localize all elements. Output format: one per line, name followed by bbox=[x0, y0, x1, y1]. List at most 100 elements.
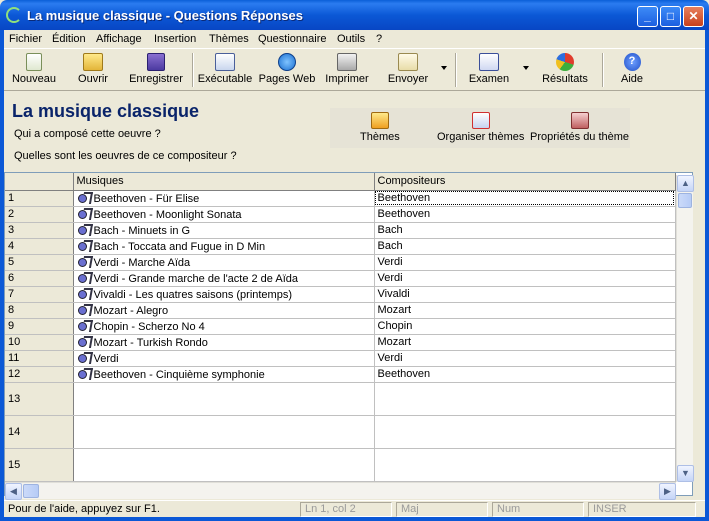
cell-compositeur[interactable] bbox=[374, 382, 676, 416]
menu-edition[interactable]: Édition bbox=[52, 33, 86, 45]
cell-compositeur[interactable]: Verdi bbox=[374, 254, 676, 271]
table-row[interactable]: 10 Mozart - Turkish Rondo Mozart bbox=[5, 334, 676, 351]
resultats-button[interactable]: Résultats bbox=[536, 51, 594, 89]
row-number[interactable]: 3 bbox=[5, 222, 74, 239]
scroll-left-button[interactable]: ◀ bbox=[5, 483, 22, 500]
themes-button[interactable]: Thèmes bbox=[360, 112, 400, 143]
cell-musique[interactable]: Mozart - Turkish Rondo bbox=[73, 334, 375, 351]
nouveau-button[interactable]: Nouveau bbox=[8, 51, 60, 89]
table-row[interactable]: 5 Verdi - Marche Aïda Verdi bbox=[5, 254, 676, 271]
cell-compositeur[interactable] bbox=[374, 415, 676, 449]
cell-compositeur[interactable]: Verdi bbox=[374, 270, 676, 287]
cell-musique[interactable]: Verdi bbox=[73, 350, 375, 367]
imprimer-button[interactable]: Imprimer bbox=[322, 51, 372, 89]
row-number[interactable]: 9 bbox=[5, 318, 74, 335]
cell-musique[interactable]: Vivaldi - Les quatres saisons (printemps… bbox=[73, 286, 375, 303]
maximize-button[interactable]: □ bbox=[660, 6, 681, 27]
column-header-compositeurs[interactable]: Compositeurs bbox=[374, 173, 676, 191]
menu-fichier[interactable]: Fichier bbox=[9, 33, 42, 45]
minimize-button[interactable]: _ bbox=[637, 6, 658, 27]
row-number[interactable]: 15 bbox=[5, 448, 74, 482]
cell-compositeur[interactable]: Beethoven bbox=[374, 190, 676, 207]
cell-musique[interactable]: Beethoven - Cinquième symphonie bbox=[73, 366, 375, 383]
row-number[interactable]: 11 bbox=[5, 350, 74, 367]
cell-compositeur[interactable]: Verdi bbox=[374, 350, 676, 367]
cell-musique[interactable]: Mozart - Alegro bbox=[73, 302, 375, 319]
horizontal-scroll-thumb[interactable] bbox=[23, 484, 39, 498]
examen-button[interactable]: Examen bbox=[462, 51, 516, 89]
table-row[interactable]: 6 Verdi - Grande marche de l'acte 2 de Aï… bbox=[5, 270, 676, 287]
table-row[interactable]: 4 Bach - Toccata and Fugue in D Min Bach bbox=[5, 238, 676, 255]
scroll-up-button[interactable]: ▲ bbox=[677, 175, 694, 192]
envoyer-button[interactable]: Envoyer bbox=[384, 51, 432, 89]
cell-musique[interactable]: Verdi - Marche Aïda bbox=[73, 254, 375, 271]
cell-compositeur[interactable]: Beethoven bbox=[374, 366, 676, 383]
cell-musique[interactable]: Verdi - Grande marche de l'acte 2 de Aïd… bbox=[73, 270, 375, 287]
table-row[interactable]: 12 Beethoven - Cinquième symphonie Beethov… bbox=[5, 366, 676, 383]
app-icon[interactable] bbox=[6, 7, 22, 23]
cell-compositeur[interactable]: Bach bbox=[374, 222, 676, 239]
table-row[interactable]: 9 Chopin - Scherzo No 4 Chopin bbox=[5, 318, 676, 335]
cell-musique[interactable] bbox=[73, 415, 375, 449]
proprietes-theme-button[interactable]: Propriétés du thème bbox=[530, 112, 629, 143]
cell-musique[interactable]: Chopin - Scherzo No 4 bbox=[73, 318, 375, 335]
row-number[interactable]: 13 bbox=[5, 382, 74, 416]
organiser-themes-button[interactable]: Organiser thèmes bbox=[437, 112, 524, 143]
table-row[interactable]: 14 bbox=[5, 415, 676, 449]
horizontal-scrollbar[interactable]: ◀ ▶ bbox=[5, 482, 676, 500]
row-number[interactable]: 1 bbox=[5, 190, 74, 207]
cell-musique[interactable]: Bach - Toccata and Fugue in D Min bbox=[73, 238, 375, 255]
cell-musique[interactable] bbox=[73, 382, 375, 416]
cell-compositeur[interactable]: Mozart bbox=[374, 334, 676, 351]
cell-compositeur[interactable]: Vivaldi bbox=[374, 286, 676, 303]
table-row[interactable]: 3 Bach - Minuets in G Bach bbox=[5, 222, 676, 239]
menu-themes[interactable]: Thèmes bbox=[209, 33, 249, 45]
menu-affichage[interactable]: Affichage bbox=[96, 33, 142, 45]
cell-compositeur[interactable] bbox=[374, 448, 676, 482]
ouvrir-button[interactable]: Ouvrir bbox=[70, 51, 116, 89]
envoyer-dropdown-icon[interactable] bbox=[441, 66, 447, 70]
row-number[interactable]: 14 bbox=[5, 415, 74, 449]
row-number[interactable]: 12 bbox=[5, 366, 74, 383]
row-number[interactable]: 6 bbox=[5, 270, 74, 287]
data-grid[interactable]: Musiques Compositeurs 1 Beethoven - Für E… bbox=[4, 172, 693, 496]
enregistrer-button[interactable]: Enregistrer bbox=[126, 51, 186, 89]
menu-outils[interactable]: Outils bbox=[337, 33, 365, 45]
scroll-right-button[interactable]: ▶ bbox=[659, 483, 676, 500]
menu-insertion[interactable]: Insertion bbox=[154, 33, 196, 45]
table-row[interactable]: 2 Beethoven - Moonlight Sonata Beethoven bbox=[5, 206, 676, 223]
vertical-scroll-thumb[interactable] bbox=[678, 193, 692, 208]
row-number[interactable]: 8 bbox=[5, 302, 74, 319]
row-number[interactable]: 5 bbox=[5, 254, 74, 271]
scroll-down-button[interactable]: ▼ bbox=[677, 465, 694, 482]
row-number[interactable]: 7 bbox=[5, 286, 74, 303]
cell-compositeur[interactable]: Bach bbox=[374, 238, 676, 255]
table-row[interactable]: 13 bbox=[5, 382, 676, 416]
menu-questionnaire[interactable]: Questionnaire bbox=[258, 33, 327, 45]
row-number[interactable]: 4 bbox=[5, 238, 74, 255]
row-number[interactable]: 10 bbox=[5, 334, 74, 351]
examen-dropdown-icon[interactable] bbox=[523, 66, 529, 70]
cell-compositeur[interactable]: Chopin bbox=[374, 318, 676, 335]
row-number[interactable]: 2 bbox=[5, 206, 74, 223]
table-row[interactable]: 7 Vivaldi - Les quatres saisons (printemp… bbox=[5, 286, 676, 303]
close-button[interactable]: ✕ bbox=[683, 6, 704, 27]
menu-help[interactable]: ? bbox=[376, 33, 382, 45]
cell-musique[interactable]: Beethoven - Für Elise bbox=[73, 190, 375, 207]
cell-compositeur[interactable]: Beethoven bbox=[374, 206, 676, 223]
table-row[interactable]: 8 Mozart - Alegro Mozart bbox=[5, 302, 676, 319]
table-row[interactable]: 11 Verdi Verdi bbox=[5, 350, 676, 367]
cell-musique[interactable]: Beethoven - Moonlight Sonata bbox=[73, 206, 375, 223]
cell-compositeur[interactable]: Mozart bbox=[374, 302, 676, 319]
aide-button[interactable]: ? Aide bbox=[614, 51, 650, 89]
pages-web-button[interactable]: Pages Web bbox=[257, 51, 317, 89]
cell-musique[interactable] bbox=[73, 448, 375, 482]
corner-header[interactable] bbox=[5, 173, 74, 191]
vertical-scrollbar[interactable]: ▲ ▼ bbox=[676, 175, 694, 482]
column-header-musiques[interactable]: Musiques bbox=[73, 173, 375, 191]
title-bar[interactable]: La musique classique - Questions Réponse… bbox=[0, 0, 709, 30]
cell-musique[interactable]: Bach - Minuets in G bbox=[73, 222, 375, 239]
table-row[interactable]: 1 Beethoven - Für Elise Beethoven bbox=[5, 190, 676, 207]
table-row[interactable]: 15 bbox=[5, 448, 676, 482]
executable-button[interactable]: Exécutable bbox=[197, 51, 253, 89]
